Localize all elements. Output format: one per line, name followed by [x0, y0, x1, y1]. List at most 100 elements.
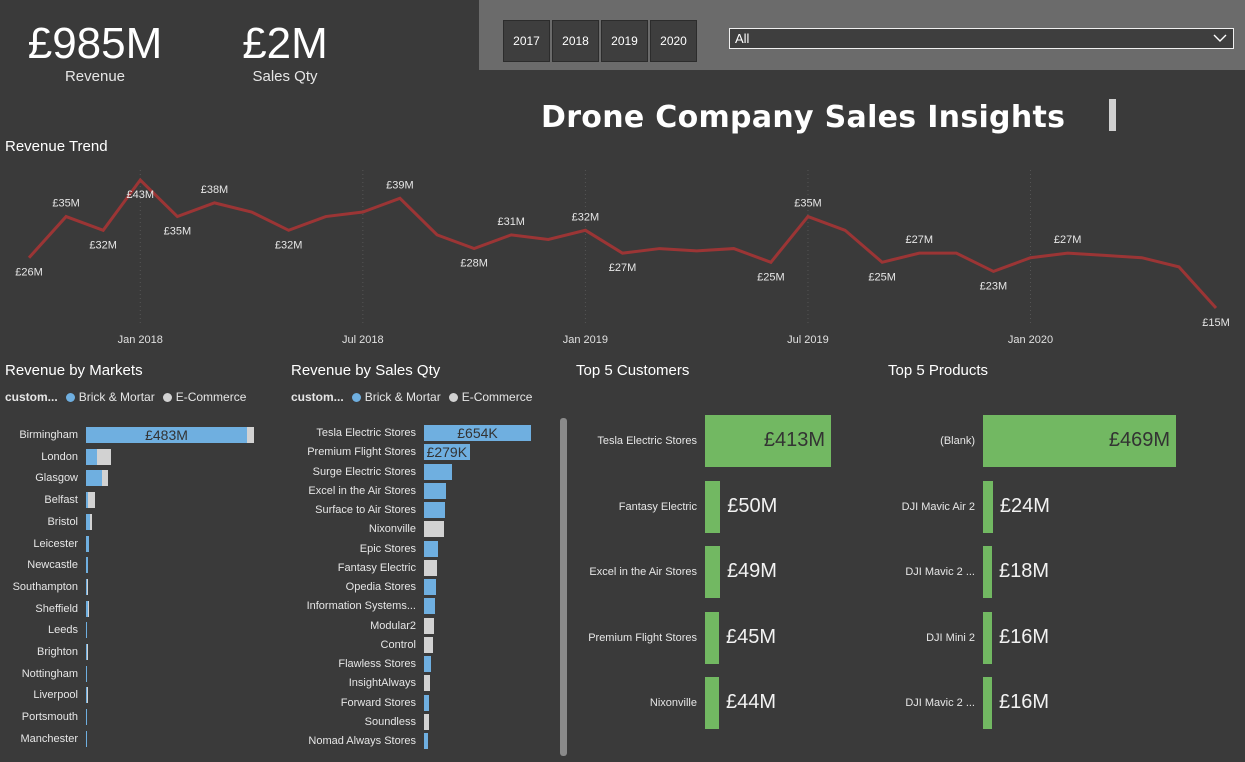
salesqty-bar-row[interactable]: Opedia Stores [290, 579, 437, 595]
year-button-2018[interactable]: 2018 [552, 20, 599, 62]
x-tick-label: Jan 2019 [563, 334, 608, 346]
trend-data-label: £27M [905, 234, 933, 246]
markets-bar-row[interactable]: Glasgow [0, 470, 108, 487]
year-button-2019[interactable]: 2019 [601, 20, 648, 62]
top-customer-row[interactable]: Nixonville £44M [585, 677, 776, 729]
markets-bar-row[interactable]: Southampton [0, 578, 89, 595]
salesqty-bar-row[interactable]: Control [290, 636, 433, 653]
x-tick-label: Jan 2020 [1008, 334, 1053, 346]
salesqty-bar-row[interactable]: Information Systems... [290, 598, 436, 615]
markets-brick-mortar-bar[interactable] [86, 665, 87, 682]
markets-brick-mortar-bar[interactable]: £483M [86, 427, 248, 443]
salesqty-ecommerce-bar[interactable] [424, 675, 430, 692]
top-customer-row[interactable]: Excel in the Air Stores £49M [585, 546, 777, 598]
sales-qty-kpi-label: Sales Qty [252, 68, 318, 85]
salesqty-ecommerce-bar[interactable] [424, 559, 438, 576]
markets-bar-row[interactable]: Sheffield [0, 600, 89, 617]
salesqty-bar-row[interactable]: InsightAlways [290, 675, 430, 692]
top-product-bar[interactable]: £16M [983, 677, 1049, 729]
markets-ecommerce-bar[interactable] [90, 513, 93, 530]
top-product-row[interactable]: DJI Mavic 2 ... £18M [875, 546, 1049, 598]
markets-bar-row[interactable]: Birmingham £483M [0, 427, 254, 443]
chart-scrollbar[interactable] [560, 418, 567, 756]
top-customer-row[interactable]: Tesla Electric Stores £413M [585, 415, 831, 467]
top-customer-row[interactable]: Fantasy Electric £50M [585, 480, 777, 533]
salesqty-category-label: Fantasy Electric [337, 561, 416, 574]
salesqty-brick-mortar-bar[interactable] [424, 656, 431, 672]
top-customer-row[interactable]: Premium Flight Stores £45M [585, 611, 776, 664]
salesqty-bar-row[interactable]: Soundless [290, 713, 429, 730]
markets-bar-row[interactable]: Leeds [0, 622, 88, 639]
markets-bar-row[interactable]: Portsmouth [0, 709, 87, 726]
markets-ecommerce-bar[interactable] [102, 470, 108, 487]
markets-bar-row[interactable]: Brighton [0, 644, 88, 660]
salesqty-bar-row[interactable]: Surge Electric Stores [290, 463, 452, 480]
top-customer-bar[interactable]: £413M [705, 415, 831, 467]
salesqty-brick-mortar-bar[interactable] [424, 482, 447, 499]
salesqty-brick-mortar-bar[interactable]: £654K [424, 425, 531, 441]
salesqty-bar-row[interactable]: Premium Flight Stores £279K [290, 444, 470, 461]
trend-data-label: £39M [386, 179, 414, 191]
salesqty-brick-mortar-bar[interactable] [424, 463, 452, 480]
salesqty-bar-row[interactable]: Nomad Always Stores [290, 733, 429, 749]
chevron-down-icon [1213, 34, 1227, 42]
markets-ecommerce-bar[interactable] [88, 600, 89, 617]
top-customer-bar[interactable]: £45M [705, 611, 776, 664]
top-customer-label: Premium Flight Stores [588, 631, 697, 644]
markets-bar-row[interactable]: Manchester [0, 730, 87, 747]
salesqty-bar-row[interactable]: Flawless Stores [290, 656, 431, 672]
top-product-row[interactable]: DJI Mini 2 £16M [875, 611, 1049, 664]
salesqty-brick-mortar-bar[interactable]: £279K [424, 444, 470, 461]
salesqty-brick-mortar-bar[interactable] [424, 694, 429, 711]
salesqty-bar-row[interactable]: Excel in the Air Stores [290, 482, 447, 499]
salesqty-brick-mortar-bar[interactable] [424, 733, 429, 749]
salesqty-category-label: Nixonville [368, 523, 416, 536]
salesqty-brick-mortar-bar[interactable] [424, 598, 436, 615]
markets-brick-mortar-bar[interactable] [86, 709, 87, 726]
year-button-2020[interactable]: 2020 [650, 20, 697, 62]
salesqty-bar-row[interactable]: Fantasy Electric [290, 559, 438, 576]
markets-bar-row[interactable]: Liverpool [0, 687, 88, 704]
salesqty-ecommerce-bar[interactable] [424, 521, 445, 538]
markets-ecommerce-bar[interactable] [96, 448, 112, 465]
salesqty-ecommerce-bar[interactable] [424, 713, 429, 730]
salesqty-bar-row[interactable]: Surface to Air Stores [290, 502, 446, 518]
markets-brick-mortar-bar[interactable] [86, 730, 87, 747]
markets-ecommerce-bar[interactable] [247, 427, 254, 443]
top-customer-bar[interactable]: £50M [705, 480, 777, 533]
markets-bar-row[interactable]: Belfast [0, 492, 96, 509]
markets-brick-mortar-bar[interactable] [86, 622, 88, 639]
top-customer-bar[interactable]: £49M [705, 546, 777, 598]
top-product-row[interactable]: DJI Mavic Air 2 £24M [875, 480, 1050, 533]
markets-bar-row[interactable]: Bristol [0, 513, 93, 530]
markets-brick-mortar-bar[interactable] [86, 448, 97, 465]
year-button-2017[interactable]: 2017 [503, 20, 550, 62]
top-customer-bar[interactable]: £44M [705, 677, 776, 729]
top-product-bar[interactable]: £469M [983, 415, 1176, 467]
top-product-bar[interactable]: £18M [983, 546, 1049, 598]
markets-brick-mortar-bar[interactable] [86, 470, 103, 487]
markets-bar-row[interactable]: Nottingham [0, 665, 87, 682]
top-product-bar[interactable]: £16M [983, 611, 1049, 664]
salesqty-bar-row[interactable]: Nixonville [290, 521, 445, 538]
filter-dropdown[interactable]: All [729, 28, 1234, 49]
markets-brick-mortar-bar[interactable] [86, 557, 89, 574]
salesqty-bar-row[interactable]: Modular2 [290, 617, 434, 634]
salesqty-brick-mortar-bar[interactable] [424, 579, 437, 595]
salesqty-bar-row[interactable]: Epic Stores [290, 540, 438, 557]
markets-bar-row[interactable]: Newcastle [0, 557, 89, 574]
top-product-bar[interactable]: £24M [983, 480, 1050, 533]
markets-bar-row[interactable]: Leicester [0, 535, 89, 552]
salesqty-bar-row[interactable]: Tesla Electric Stores £654K [290, 425, 531, 441]
salesqty-ecommerce-bar[interactable] [424, 636, 433, 653]
salesqty-brick-mortar-bar[interactable] [424, 540, 438, 557]
markets-brick-mortar-bar[interactable] [86, 535, 89, 552]
markets-ecommerce-bar[interactable] [88, 492, 96, 509]
top-product-row[interactable]: (Blank) £469M [875, 415, 1176, 467]
markets-bar-row[interactable]: London [0, 448, 112, 465]
salesqty-bar-row[interactable]: Forward Stores [290, 694, 429, 711]
salesqty-brick-mortar-bar[interactable] [424, 502, 446, 518]
salesqty-ecommerce-bar[interactable] [424, 617, 434, 634]
top-product-row[interactable]: DJI Mavic 2 ... £16M [875, 677, 1049, 729]
markets-ecommerce-bar[interactable] [87, 578, 89, 595]
